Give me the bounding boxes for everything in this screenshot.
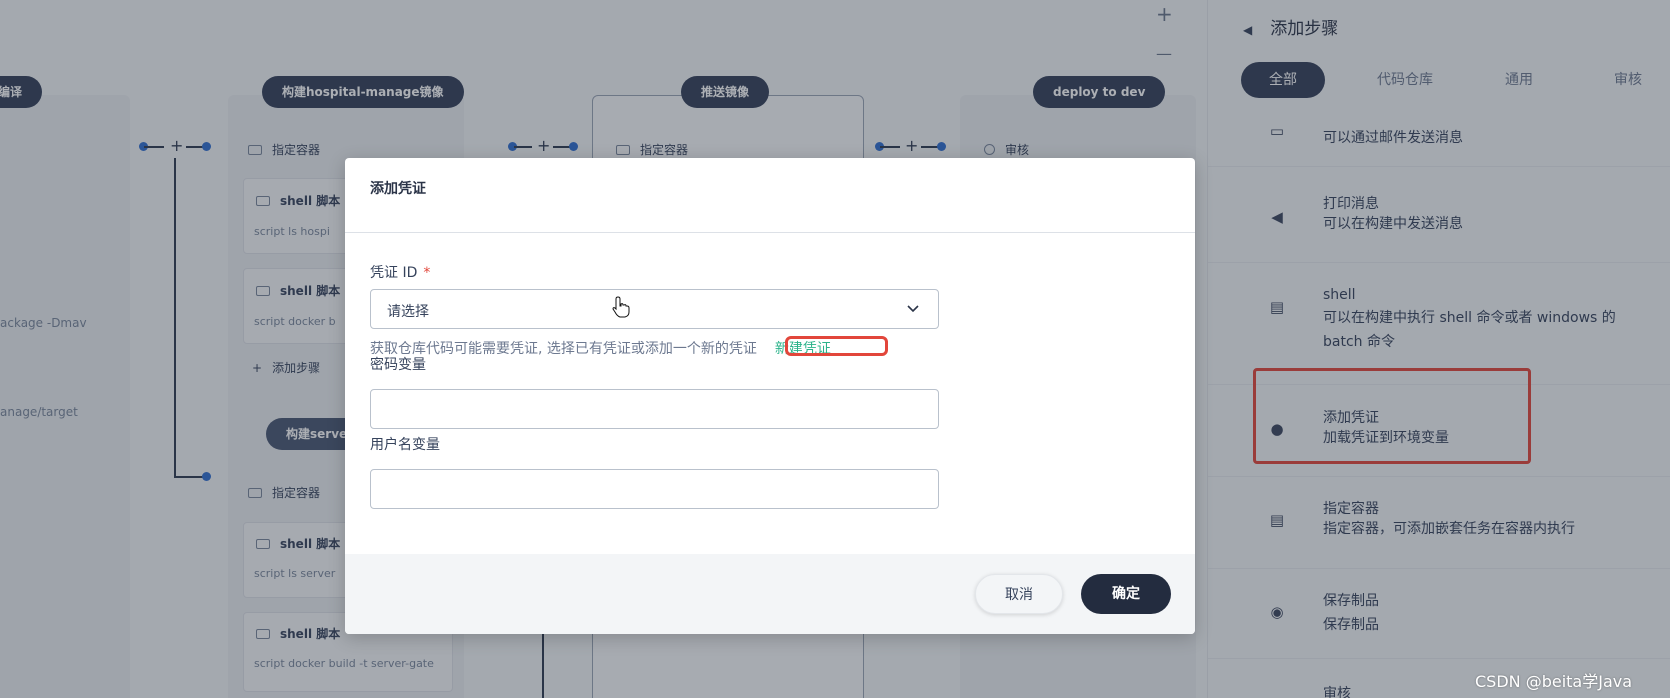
credential-id-label-text: 凭证 ID — [370, 265, 418, 281]
credential-id-select[interactable]: 请选择 — [370, 289, 939, 329]
hint-text: 获取仓库代码可能需要凭证, 选择已有凭证或添加一个新的凭证 — [370, 341, 757, 357]
chevron-down-icon — [907, 305, 919, 313]
highlight-box — [785, 336, 888, 356]
required-mark: * — [423, 265, 431, 281]
watermark: CSDN @beita学Java — [1475, 672, 1633, 691]
username-variable-input[interactable] — [370, 469, 939, 509]
divider — [345, 232, 1195, 233]
credential-hint: 获取仓库代码可能需要凭证, 选择已有凭证或添加一个新的凭证 新建凭证 — [370, 338, 831, 358]
username-variable-label: 用户名变量 — [370, 437, 440, 453]
password-variable-label: 密码变量 — [370, 357, 426, 373]
dialog-footer: 取消 确定 — [345, 554, 1195, 634]
confirm-button[interactable]: 确定 — [1081, 574, 1171, 614]
hand-cursor-icon — [612, 296, 630, 318]
password-variable-input[interactable] — [370, 389, 939, 429]
add-credential-dialog: 添加凭证 凭证 ID * 请选择 获取仓库代码可能需要凭证, 选择已有凭证或添加一… — [345, 158, 1195, 634]
select-placeholder: 请选择 — [387, 304, 429, 320]
dialog-title: 添加凭证 — [370, 181, 426, 197]
credential-id-label: 凭证 ID * — [370, 262, 430, 282]
cancel-button[interactable]: 取消 — [975, 574, 1063, 614]
